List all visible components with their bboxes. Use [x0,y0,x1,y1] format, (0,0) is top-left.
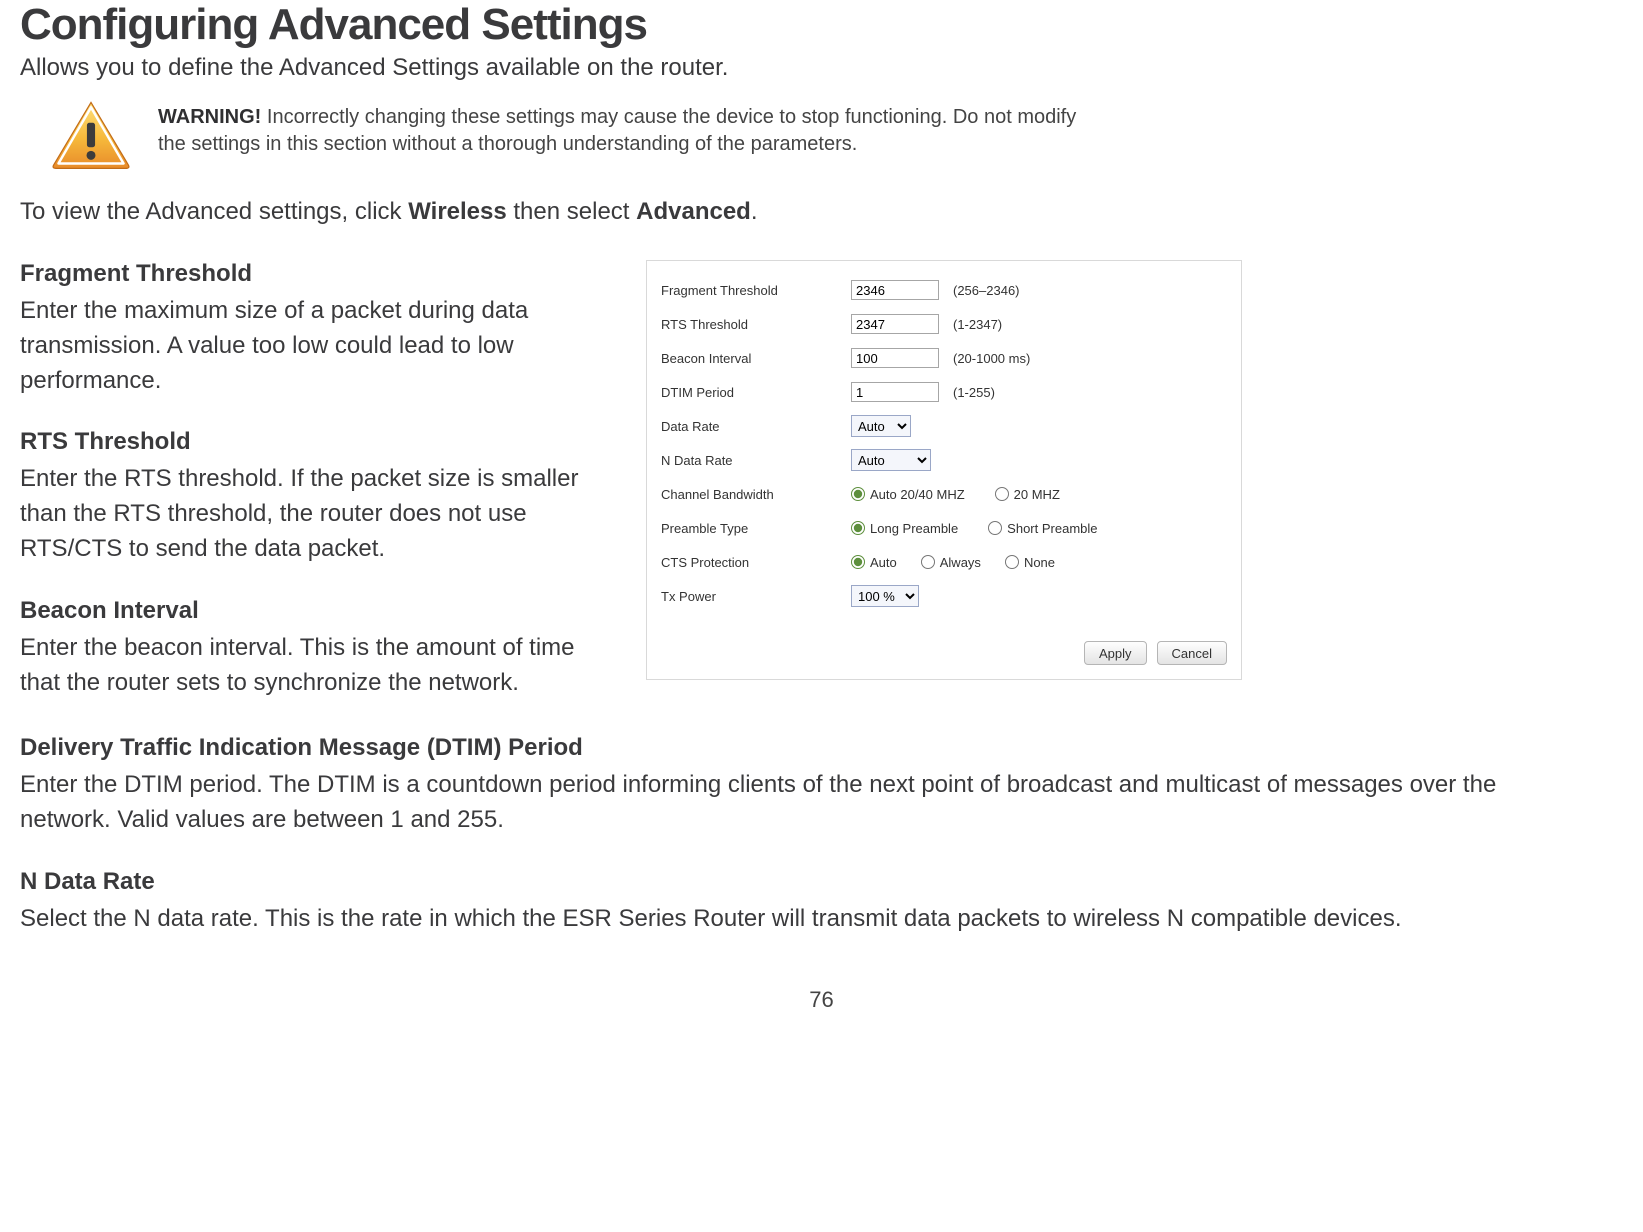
row-n-data-rate: N Data Rate Auto [661,443,1227,477]
apply-button[interactable]: Apply [1084,641,1147,665]
row-channel-bandwidth: Channel Bandwidth Auto 20/40 MHZ 20 MHZ [661,477,1227,511]
section-dtim-period: Delivery Traffic Indication Message (DTI… [20,734,1623,838]
section-rts-threshold: RTS Threshold Enter the RTS threshold. I… [20,428,620,566]
warning-text: WARNING! Incorrectly changing these sett… [158,100,1098,158]
radio-label: Auto 20/40 MHZ [870,487,965,502]
field-hint: (20-1000 ms) [953,351,1030,366]
page-subtitle: Allows you to define the Advanced Settin… [20,54,1623,82]
section-heading: Beacon Interval [20,597,620,625]
radio-label: Auto [870,555,897,570]
section-heading: N Data Rate [20,868,1623,896]
radio-preamble-long[interactable]: Long Preamble [851,521,958,536]
beacon-interval-input[interactable] [851,348,939,368]
section-body: Select the N data rate. This is the rate… [20,902,1580,937]
field-label: RTS Threshold [661,317,851,332]
n-data-rate-select[interactable]: Auto [851,449,931,471]
row-rts-threshold: RTS Threshold (1-2347) [661,307,1227,341]
radio-input[interactable] [851,487,865,501]
cancel-button[interactable]: Cancel [1157,641,1227,665]
row-data-rate: Data Rate Auto [661,409,1227,443]
section-fragment-threshold: Fragment Threshold Enter the maximum siz… [20,260,620,398]
row-tx-power: Tx Power 100 % [661,579,1227,613]
tx-power-select[interactable]: 100 % [851,585,919,607]
warning-triangle-icon [50,100,132,170]
radio-label: None [1024,555,1055,570]
warning-label: WARNING! [158,106,261,128]
field-label: N Data Rate [661,453,851,468]
field-label: Beacon Interval [661,351,851,366]
field-label: Tx Power [661,589,851,604]
section-body: Enter the maximum size of a packet durin… [20,294,620,398]
field-label: Preamble Type [661,521,851,536]
section-body: Enter the RTS threshold. If the packet s… [20,462,620,566]
section-body: Enter the beacon interval. This is the a… [20,631,620,701]
field-label: Channel Bandwidth [661,487,851,502]
section-heading: RTS Threshold [20,428,620,456]
advanced-settings-panel: Fragment Threshold (256–2346) RTS Thresh… [646,260,1242,680]
radio-cts-none[interactable]: None [1005,555,1055,570]
radio-label: Long Preamble [870,521,958,536]
radio-input[interactable] [851,521,865,535]
warning-block: WARNING! Incorrectly changing these sett… [50,100,1623,170]
radio-preamble-short[interactable]: Short Preamble [988,521,1097,536]
fragment-threshold-input[interactable] [851,280,939,300]
data-rate-select[interactable]: Auto [851,415,911,437]
radio-channel-20mhz[interactable]: 20 MHZ [995,487,1060,502]
warning-body: Incorrectly changing these settings may … [158,106,1076,155]
radio-cts-auto[interactable]: Auto [851,555,897,570]
radio-channel-auto[interactable]: Auto 20/40 MHZ [851,487,965,502]
radio-input[interactable] [851,555,865,569]
page-title: Configuring Advanced Settings [20,0,1623,50]
row-cts-protection: CTS Protection Auto Always None [661,545,1227,579]
field-label: CTS Protection [661,555,851,570]
radio-input[interactable] [1005,555,1019,569]
radio-label: Short Preamble [1007,521,1097,536]
radio-input[interactable] [921,555,935,569]
field-label: Data Rate [661,419,851,434]
view-instruction: To view the Advanced settings, click Wir… [20,198,1623,226]
page-number: 76 [20,987,1623,1013]
field-hint: (256–2346) [953,283,1020,298]
field-label: Fragment Threshold [661,283,851,298]
section-heading: Delivery Traffic Indication Message (DTI… [20,734,1623,762]
field-hint: (1-255) [953,385,995,400]
row-fragment-threshold: Fragment Threshold (256–2346) [661,273,1227,307]
field-label: DTIM Period [661,385,851,400]
section-beacon-interval: Beacon Interval Enter the beacon interva… [20,597,620,701]
radio-cts-always[interactable]: Always [921,555,981,570]
section-body: Enter the DTIM period. The DTIM is a cou… [20,768,1580,838]
dtim-period-input[interactable] [851,382,939,402]
field-hint: (1-2347) [953,317,1002,332]
section-heading: Fragment Threshold [20,260,620,288]
row-beacon-interval: Beacon Interval (20-1000 ms) [661,341,1227,375]
rts-threshold-input[interactable] [851,314,939,334]
radio-input[interactable] [995,487,1009,501]
radio-label: Always [940,555,981,570]
row-dtim-period: DTIM Period (1-255) [661,375,1227,409]
section-n-data-rate: N Data Rate Select the N data rate. This… [20,868,1623,937]
row-preamble-type: Preamble Type Long Preamble Short Preamb… [661,511,1227,545]
radio-label: 20 MHZ [1014,487,1060,502]
radio-input[interactable] [988,521,1002,535]
